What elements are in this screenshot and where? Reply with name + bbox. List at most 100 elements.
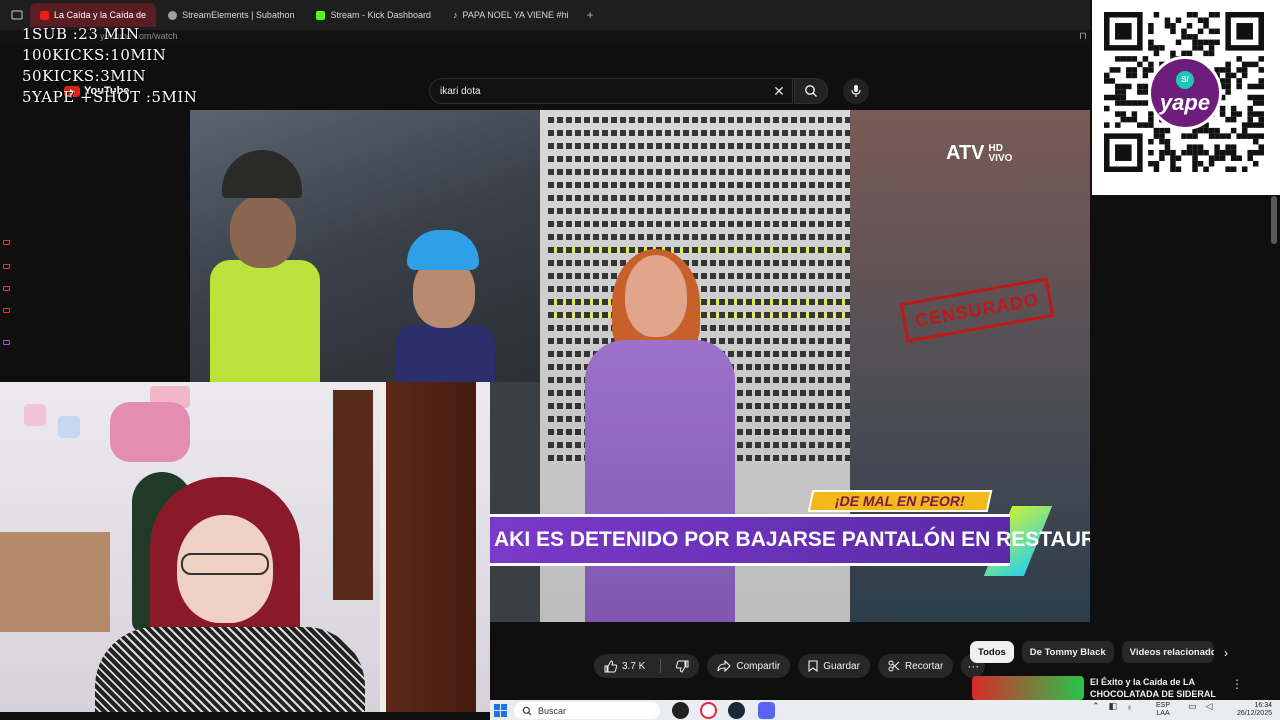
chips-next-button[interactable]: › <box>1218 645 1234 661</box>
qr-module <box>1186 144 1193 150</box>
new-tab-button[interactable]: + <box>581 8 600 22</box>
qr-module <box>1241 67 1248 73</box>
microphone-icon <box>851 85 861 97</box>
qr-module <box>1115 122 1121 128</box>
recommended-menu-icon[interactable]: ⋮ <box>1231 677 1243 691</box>
qr-module <box>1258 144 1264 150</box>
qr-module <box>1153 127 1160 134</box>
qr-module <box>1148 45 1154 51</box>
lang-bottom: LAA <box>1156 710 1170 717</box>
share-button[interactable]: Compartir <box>707 654 791 678</box>
qr-module <box>1214 12 1220 18</box>
qr-module <box>1230 144 1237 150</box>
language-indicator[interactable]: ESP LAA <box>1156 702 1170 718</box>
clear-search-button[interactable]: ✕ <box>770 80 788 102</box>
discord-icon[interactable] <box>758 702 775 719</box>
taskbar-app-icon[interactable] <box>672 702 689 719</box>
side-icon[interactable] <box>3 264 10 269</box>
side-icon[interactable] <box>3 286 10 291</box>
bed-shelf <box>0 532 110 632</box>
qr-module <box>1170 160 1176 167</box>
thumbs-up-icon <box>604 659 617 672</box>
tray-mic-icon[interactable]: ♁ <box>1126 702 1133 712</box>
voice-search-button[interactable] <box>843 78 869 104</box>
taskbar-clock[interactable]: 16:34 26/12/2025 <box>1222 702 1272 718</box>
side-icon[interactable] <box>3 240 10 245</box>
qr-module <box>1120 89 1127 95</box>
qr-module <box>1120 83 1127 90</box>
qr-module <box>1247 111 1253 117</box>
qr-module <box>1203 23 1209 29</box>
filter-chips: Todos De Tommy Black Videos relacionados <box>970 641 1214 663</box>
recommended-video-thumbnail[interactable] <box>972 676 1084 700</box>
qr-module <box>1247 94 1253 101</box>
qr-module <box>1137 100 1143 106</box>
tray-network-icon[interactable]: ◧ <box>1109 701 1118 712</box>
qr-module <box>1258 133 1264 139</box>
side-icon[interactable] <box>3 308 10 313</box>
qr-module <box>1252 83 1259 90</box>
save-button[interactable]: Guardar <box>798 654 870 678</box>
qr-module <box>1230 166 1237 172</box>
qr-module <box>1148 116 1154 123</box>
qr-module <box>1252 122 1259 128</box>
tray-chevron-icon[interactable]: ⌃ <box>1092 701 1100 712</box>
chip-todos[interactable]: Todos <box>970 641 1014 663</box>
scrollbar-thumb[interactable] <box>1271 196 1277 244</box>
recommended-video-title[interactable]: El Éxito y la Caída de LA CHOCOLATADA DE… <box>1090 676 1220 700</box>
qr-module <box>1148 61 1154 68</box>
windows-start-icon[interactable] <box>494 704 507 717</box>
tray-display-icon[interactable]: ▭ <box>1188 701 1197 712</box>
tray-volume-icon[interactable]: ◁ <box>1206 701 1213 712</box>
like-button[interactable]: 3.7 K <box>594 654 655 678</box>
like-count: 3.7 K <box>622 660 646 672</box>
steam-icon[interactable] <box>728 702 745 719</box>
qr-module <box>1181 133 1187 139</box>
window-menu-icon[interactable] <box>10 8 24 22</box>
search-input[interactable]: ikari dota <box>429 78 793 104</box>
qr-module <box>1225 144 1231 150</box>
qr-module <box>1131 72 1138 79</box>
chip-videos-relacionados[interactable]: Videos relacionados <box>1121 641 1214 663</box>
qr-module <box>1148 39 1154 46</box>
qr-module <box>1153 50 1160 57</box>
opera-icon[interactable] <box>700 702 717 719</box>
taskbar-search[interactable]: Buscar <box>514 702 660 719</box>
bookmark-icon[interactable]: ⊓ <box>1079 31 1087 42</box>
yape-brand-text: yape <box>1159 89 1211 115</box>
goal-line: 100KICKS:10MIN <box>22 46 167 64</box>
qr-module <box>1142 56 1149 62</box>
dislike-button[interactable] <box>666 654 699 678</box>
qr-module <box>1252 133 1259 139</box>
qr-module <box>1258 111 1264 117</box>
qr-module <box>1104 105 1110 112</box>
qr-module <box>1126 67 1132 73</box>
qr-module <box>1225 72 1231 79</box>
qr-module <box>1126 116 1132 123</box>
qr-module <box>1252 149 1259 156</box>
browser-tab-tiktok[interactable]: ♪ PAPA NOEL YA VIENE #hi <box>443 3 579 27</box>
qr-module <box>1208 39 1215 46</box>
qr-module <box>1109 94 1116 101</box>
qr-module <box>1142 72 1149 79</box>
qr-module <box>1197 45 1204 51</box>
wardrobe-door <box>380 382 476 712</box>
qr-module <box>1137 83 1143 90</box>
qr-module <box>1258 67 1264 73</box>
search-button[interactable] <box>794 78 828 104</box>
side-icon[interactable] <box>3 340 10 345</box>
qr-module <box>1170 23 1176 29</box>
clip-button[interactable]: Recortar <box>877 654 954 678</box>
qr-module <box>1230 111 1237 117</box>
qr-module <box>1214 149 1220 156</box>
qr-module <box>1219 149 1226 156</box>
browser-tab-kick[interactable]: Stream - Kick Dashboard <box>306 3 441 27</box>
qr-module <box>1197 28 1204 35</box>
chip-de-tommy-black[interactable]: De Tommy Black <box>1021 641 1114 663</box>
share-icon <box>717 660 732 672</box>
qr-module <box>1164 149 1171 156</box>
qr-module <box>1115 83 1121 90</box>
qr-module <box>1236 155 1242 161</box>
qr-module <box>1164 144 1171 150</box>
qr-module <box>1104 78 1110 84</box>
